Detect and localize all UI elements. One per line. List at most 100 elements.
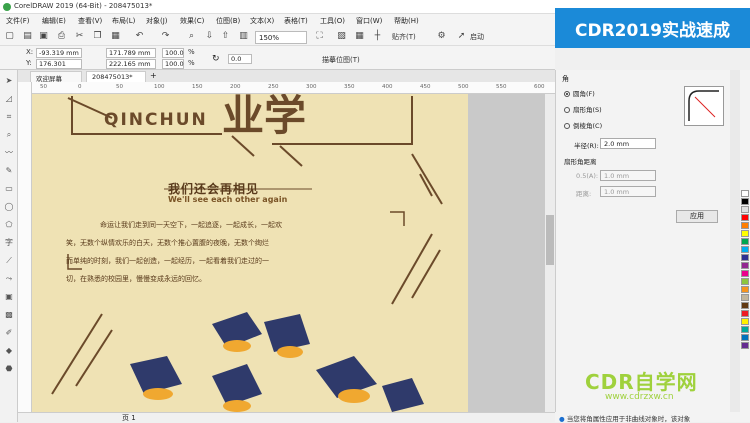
ellipse-tool-icon[interactable]: ◯ — [4, 202, 14, 212]
import-icon[interactable]: ⇩ — [204, 31, 215, 42]
poster-page: 业学 QINCHUN 我们还会再相见 We'll see each other … — [32, 94, 468, 412]
menu-help[interactable]: 帮助(H) — [394, 16, 419, 26]
menu-object[interactable]: 对象(J) — [146, 16, 168, 26]
palette-swatch[interactable] — [741, 334, 749, 341]
open-icon[interactable]: ▤ — [22, 31, 33, 42]
full-screen-icon[interactable]: ⛶ — [314, 31, 325, 42]
menu-bitmap[interactable]: 位图(B) — [216, 16, 240, 26]
palette-swatch[interactable] — [741, 326, 749, 333]
palette-swatch[interactable] — [741, 310, 749, 317]
shape-tool-icon[interactable]: ◿ — [4, 94, 14, 104]
crop-tool-icon[interactable]: ⌗ — [4, 112, 14, 122]
deco-line — [51, 313, 103, 395]
palette-swatch[interactable] — [741, 246, 749, 253]
distance-a-input[interactable]: 1.0 mm — [600, 170, 656, 181]
palette-swatch[interactable] — [741, 230, 749, 237]
palette-swatch[interactable] — [741, 278, 749, 285]
palette-swatch[interactable] — [741, 222, 749, 229]
menu-edit[interactable]: 编辑(E) — [42, 16, 66, 26]
text-tool-icon[interactable]: 字 — [4, 238, 14, 248]
palette-swatch[interactable] — [741, 238, 749, 245]
cut-icon[interactable]: ✂ — [74, 31, 85, 42]
launch-icon[interactable]: ➚ — [456, 31, 467, 42]
polygon-tool-icon[interactable]: ⬠ — [4, 220, 14, 230]
launch-dropdown[interactable]: 启动 — [470, 32, 484, 42]
copy-icon[interactable]: ❐ — [92, 31, 103, 42]
x-position-field[interactable]: -93.319 mm — [36, 48, 82, 58]
parallel-dimension-icon[interactable]: ⟋ — [4, 256, 14, 266]
option-round-corner[interactable]: 圆角(F) — [564, 88, 595, 98]
palette-swatch[interactable] — [741, 342, 749, 349]
option-chamfer-corner[interactable]: 倒棱角(C) — [564, 120, 602, 130]
print-icon[interactable]: ⎙ — [56, 31, 67, 42]
width-field[interactable]: 171.789 mm — [106, 48, 156, 58]
rectangle-tool-icon[interactable]: ▭ — [4, 184, 14, 194]
zoom-tool-icon[interactable]: ⌕ — [4, 130, 14, 140]
paste-icon[interactable]: ▦ — [110, 31, 121, 42]
new-document-icon[interactable]: ▢ — [4, 31, 15, 42]
palette-swatch[interactable] — [741, 198, 749, 205]
menu-view[interactable]: 查看(V) — [78, 16, 102, 26]
radius-label: 半径(R): — [574, 142, 599, 150]
connector-tool-icon[interactable]: ⤳ — [4, 274, 14, 284]
menu-tools[interactable]: 工具(O) — [320, 16, 345, 26]
palette-swatch[interactable] — [741, 214, 749, 221]
horizontal-ruler[interactable]: 50 0 50 100 150 200 250 300 350 400 450 … — [32, 82, 555, 94]
apply-button[interactable]: 应用 — [676, 210, 718, 223]
grid-icon[interactable]: ▦ — [354, 31, 365, 42]
rulers-icon[interactable]: ▧ — [336, 31, 347, 42]
undo-icon[interactable]: ↶ — [134, 31, 145, 42]
menu-effects[interactable]: 效果(C) — [180, 16, 204, 26]
y-position-field[interactable]: 176.301 mm — [36, 59, 82, 76]
menu-table[interactable]: 表格(T) — [284, 16, 308, 26]
watermark-title: CDR自学网 — [585, 370, 698, 394]
option-scallop-corner[interactable]: 扇形角(S) — [564, 104, 602, 114]
rotation-angle-field[interactable]: 0.0 — [228, 54, 252, 64]
zoom-level-select[interactable]: 150% — [255, 31, 307, 44]
trace-bitmap-dropdown[interactable]: 描摹位图(T) — [322, 55, 360, 65]
palette-swatch[interactable] — [741, 286, 749, 293]
menu-file[interactable]: 文件(F) — [6, 16, 30, 26]
drawing-canvas[interactable]: 业学 QINCHUN 我们还会再相见 We'll see each other … — [32, 94, 545, 412]
snap-to-dropdown[interactable]: 贴齐(T) — [392, 32, 416, 42]
interactive-fill-icon[interactable]: ◆ — [4, 346, 14, 356]
publish-pdf-icon[interactable]: ▥ — [238, 31, 249, 42]
vertical-ruler[interactable] — [18, 82, 32, 412]
guidelines-icon[interactable]: ┼ — [372, 31, 383, 42]
height-field[interactable]: 222.165 mm — [106, 59, 156, 69]
save-icon[interactable]: ▣ — [38, 31, 49, 42]
menu-layout[interactable]: 布局(L) — [112, 16, 135, 26]
palette-swatch[interactable] — [741, 294, 749, 301]
tab-document[interactable]: 208475013* — [86, 71, 146, 82]
radius-input[interactable]: 2.0 mm — [600, 138, 656, 149]
palette-swatch[interactable] — [741, 206, 749, 213]
settings-gear-icon[interactable]: ⚙ — [436, 31, 447, 42]
palette-swatch[interactable] — [741, 190, 749, 197]
smart-fill-icon[interactable]: ⬣ — [4, 364, 14, 374]
pick-tool-icon[interactable]: ➤ — [4, 76, 14, 86]
menu-window[interactable]: 窗口(W) — [356, 16, 382, 26]
artistic-media-icon[interactable]: ✎ — [4, 166, 14, 176]
freehand-tool-icon[interactable]: 〰 — [4, 148, 14, 158]
search-content-icon[interactable]: ⌕ — [186, 31, 197, 42]
scale-y-field[interactable]: 100.0 — [162, 59, 184, 69]
redo-icon[interactable]: ↷ — [160, 31, 171, 42]
scrollbar-thumb[interactable] — [546, 215, 554, 265]
palette-swatch[interactable] — [741, 302, 749, 309]
transparency-tool-icon[interactable]: ▩ — [4, 310, 14, 320]
ruler-tick-label: 150 — [192, 84, 203, 90]
scale-x-field[interactable]: 100.0 — [162, 48, 184, 58]
distance-b-input[interactable]: 1.0 mm — [600, 186, 656, 197]
palette-swatch[interactable] — [741, 262, 749, 269]
palette-swatch[interactable] — [741, 318, 749, 325]
tab-welcome-screen[interactable]: 欢迎屏幕 — [30, 71, 82, 83]
palette-swatch[interactable] — [741, 270, 749, 277]
percent-label: % — [188, 48, 195, 56]
export-icon[interactable]: ⇧ — [220, 31, 231, 42]
add-tab-button[interactable]: + — [150, 71, 157, 80]
window-title: CorelDRAW 2019 (64-Bit) - 208475013* — [14, 2, 153, 10]
palette-swatch[interactable] — [741, 254, 749, 261]
eyedropper-tool-icon[interactable]: ✐ — [4, 328, 14, 338]
menu-text[interactable]: 文本(X) — [250, 16, 274, 26]
drop-shadow-icon[interactable]: ▣ — [4, 292, 14, 302]
